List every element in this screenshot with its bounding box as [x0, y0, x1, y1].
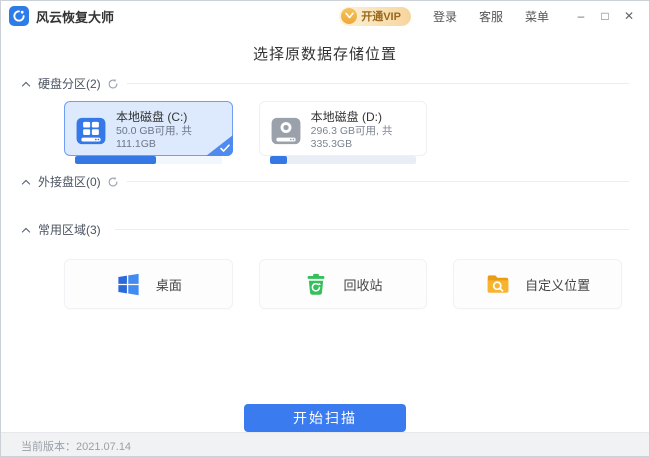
desktop-card[interactable]: 桌面: [64, 259, 233, 309]
scan-button-row: 开始扫描: [1, 404, 649, 432]
recycle-bin-icon: [308, 273, 325, 295]
maximize-button[interactable]: □: [595, 6, 615, 26]
refresh-icon: [108, 78, 118, 88]
app-title: 风云恢复大师: [36, 9, 115, 25]
section-common-label: 常用区域(3): [38, 223, 101, 237]
menu-link[interactable]: 菜单: [525, 8, 549, 25]
hard-drive-icon: [271, 117, 301, 144]
divider: [114, 229, 629, 230]
vip-label: 开通VIP: [361, 11, 401, 23]
disk-d-capacity: 296.3 GB可用, 共335.3GB: [310, 125, 393, 150]
selected-check-icon: [205, 135, 233, 156]
disk-c-usage-fill: [75, 156, 156, 164]
main-content: 选择原数据存储位置 硬盘分区(2) 本地磁盘 (C:) 50.0 GB可用, 共…: [1, 31, 649, 432]
custom-location-label: 自定义位置: [525, 277, 591, 293]
disk-d-name: 本地磁盘 (D:): [310, 110, 382, 124]
chevron-up-icon[interactable]: [21, 80, 31, 88]
refresh-icon: [108, 176, 118, 186]
app-window: 风云恢复大师 开通VIP 登录 客服 菜单 – □ ✕ 选择原数据存储位置 硬盘…: [0, 0, 650, 457]
chevron-up-icon[interactable]: [21, 178, 31, 186]
open-vip-button[interactable]: 开通VIP: [339, 6, 411, 26]
section-external-header: 外接盘区(0): [21, 173, 629, 190]
disk-d-usage-fill: [269, 156, 288, 164]
status-bar: 当前版本：2021.07.14: [1, 432, 649, 456]
disk-d-text: 本地磁盘 (D:) 296.3 GB可用, 共335.3GB: [311, 110, 417, 151]
window-controls: – □ ✕: [567, 6, 639, 26]
login-link[interactable]: 登录: [433, 8, 457, 25]
recycle-bin-label: 回收站: [343, 277, 383, 293]
section-common-header: 常用区域(3): [21, 221, 629, 238]
disk-c-usage-bar: [75, 156, 222, 164]
support-link[interactable]: 客服: [479, 8, 503, 25]
section-partitions-label: 硬盘分区(2): [38, 77, 101, 91]
disk-card-d[interactable]: 本地磁盘 (D:) 296.3 GB可用, 共335.3GB: [258, 101, 428, 164]
disk-card-d-top: 本地磁盘 (D:) 296.3 GB可用, 共335.3GB: [270, 110, 417, 151]
section-partitions-header: 硬盘分区(2): [21, 75, 629, 92]
page-title: 选择原数据存储位置: [252, 46, 397, 63]
start-scan-button[interactable]: 开始扫描: [244, 404, 406, 432]
recycle-bin-card[interactable]: 回收站: [258, 259, 428, 309]
folder-search-icon: [487, 275, 509, 293]
section-external-label: 外接盘区(0): [38, 175, 101, 189]
titlebar: 风云恢复大师 开通VIP 登录 客服 菜单 – □ ✕: [1, 1, 649, 31]
refresh-partitions-button[interactable]: [107, 78, 119, 90]
hard-drive-icon: [76, 117, 106, 144]
disk-card-c[interactable]: 本地磁盘 (C:) 50.0 GB可用, 共111.1GB: [64, 101, 233, 164]
common-area-grid: 桌面 回收站 自定义位置: [64, 259, 622, 309]
divider: [126, 83, 629, 84]
disk-card-grid: 本地磁盘 (C:) 50.0 GB可用, 共111.1GB 本地磁盘 (D:): [64, 101, 622, 164]
desktop-label: 桌面: [155, 277, 182, 293]
chevron-up-icon[interactable]: [21, 226, 31, 234]
vip-crown-icon: [341, 8, 358, 24]
app-logo-icon: [9, 6, 29, 26]
disk-d-usage-bar: [269, 156, 417, 164]
disk-card-c-top: 本地磁盘 (C:) 50.0 GB可用, 共111.1GB: [75, 110, 222, 151]
refresh-external-button[interactable]: [107, 176, 119, 188]
close-button[interactable]: ✕: [619, 6, 639, 26]
custom-location-card[interactable]: 自定义位置: [453, 259, 622, 309]
windows-logo-icon: [118, 273, 139, 295]
minimize-button[interactable]: –: [571, 6, 591, 26]
disk-c-name: 本地磁盘 (C:): [116, 110, 188, 124]
divider: [126, 181, 629, 182]
version-text: 当前版本：2021.07.14: [21, 441, 132, 453]
